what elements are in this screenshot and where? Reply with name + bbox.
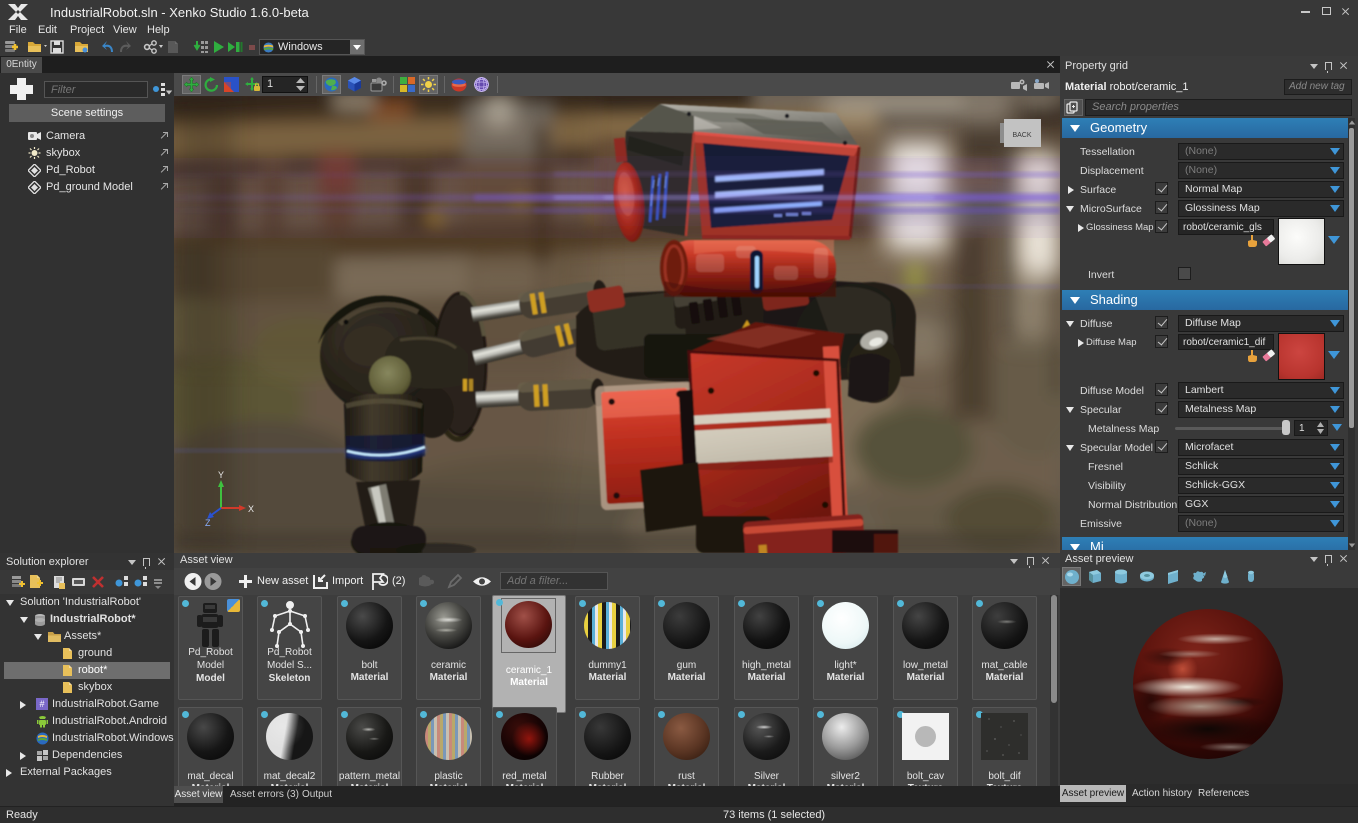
svg-text:Y: Y (218, 470, 224, 480)
svg-text:Z: Z (205, 518, 211, 528)
svg-text:X: X (248, 504, 254, 514)
svg-text:BACK: BACK (1012, 132, 1031, 139)
